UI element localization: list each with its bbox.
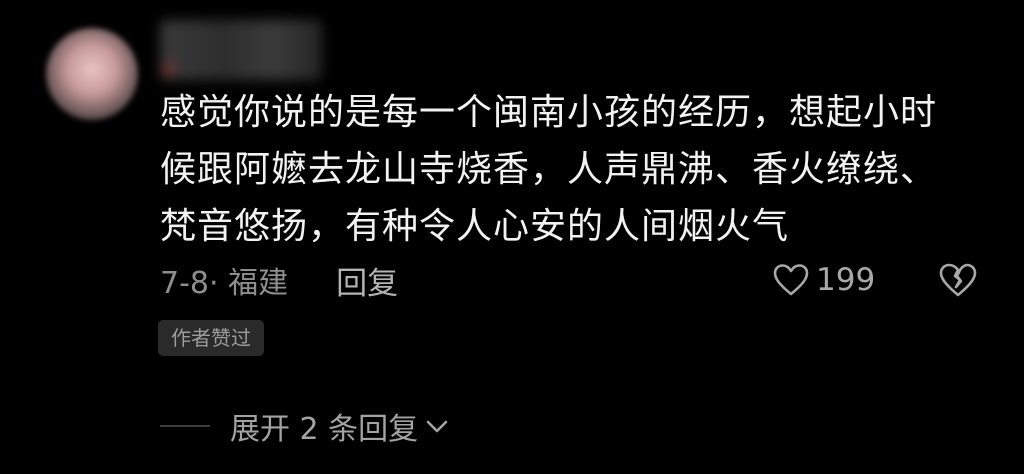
divider-line xyxy=(160,425,210,427)
user-tag-mark xyxy=(164,64,174,74)
like-button[interactable]: 199 xyxy=(772,258,875,302)
author-liked-badge: 作者赞过 xyxy=(158,320,264,356)
dislike-button[interactable] xyxy=(938,262,978,302)
broken-heart-icon xyxy=(939,263,977,297)
reply-button[interactable]: 回复 xyxy=(336,258,398,303)
expand-replies-label: 展开 2 条回复 xyxy=(230,412,419,447)
chevron-down-icon xyxy=(426,420,448,433)
comment-item: 感觉你说的是每一个闽南小孩的经历，想起小时候跟阿嬷去龙山寺烧香，人声鼎沸、香火缭… xyxy=(0,0,1024,474)
comment-meta: 7-8· 福建 回复 xyxy=(160,258,398,302)
like-count: 199 xyxy=(816,262,876,298)
heart-outline-icon xyxy=(773,264,809,296)
comment-date-location: 7-8· 福建 xyxy=(160,266,289,301)
avatar[interactable] xyxy=(46,28,138,120)
username-blurred[interactable] xyxy=(160,20,322,80)
comment-text: 感觉你说的是每一个闽南小孩的经历，想起小时候跟阿嬷去龙山寺烧香，人声鼎沸、香火缭… xyxy=(160,92,938,247)
expand-replies-button[interactable]: 展开 2 条回复 xyxy=(160,404,450,448)
